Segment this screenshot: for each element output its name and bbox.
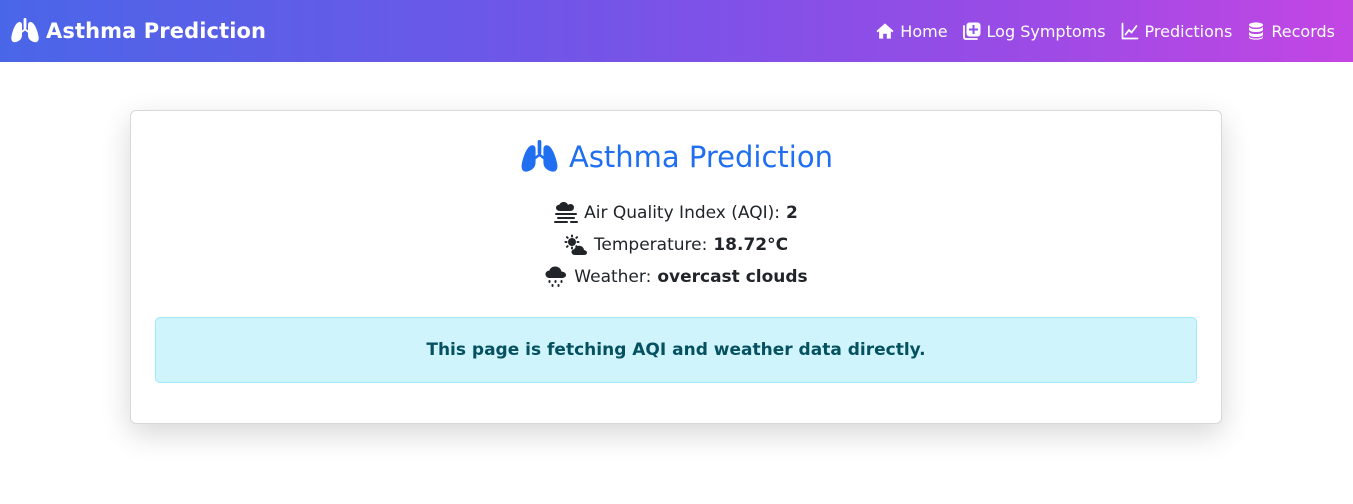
cloud-rain-icon xyxy=(544,266,568,288)
weather-value: overcast clouds xyxy=(657,267,808,287)
smog-icon xyxy=(554,202,579,224)
nav-label-predictions: Predictions xyxy=(1144,21,1233,41)
navbar-brand[interactable]: Asthma Prediction xyxy=(10,18,266,44)
nav-label-records: Records xyxy=(1271,21,1335,41)
lungs-icon xyxy=(519,140,560,174)
prediction-card: Asthma Prediction Air Quality Index (AQI… xyxy=(130,110,1222,424)
info-alert: This page is fetching AQI and weather da… xyxy=(155,317,1197,383)
lungs-icon xyxy=(10,18,40,44)
aqi-line: Air Quality Index (AQI): 2 xyxy=(554,197,798,229)
card-title: Asthma Prediction xyxy=(131,137,1221,177)
nav-link-home[interactable]: Home xyxy=(876,21,948,41)
temperature-value: 18.72°C xyxy=(713,235,789,255)
nav-link-log-symptoms[interactable]: Log Symptoms xyxy=(962,21,1106,41)
nav-link-predictions[interactable]: Predictions xyxy=(1121,21,1233,41)
brand-title: Asthma Prediction xyxy=(46,19,267,43)
nav-label-home: Home xyxy=(900,21,948,41)
conditions-list: Air Quality Index (AQI): 2 Temperature: … xyxy=(131,197,1221,293)
nav-link-records[interactable]: Records xyxy=(1247,22,1335,41)
temperature-label: Temperature: xyxy=(593,235,708,255)
plus-square-icon xyxy=(962,22,981,40)
aqi-label: Air Quality Index (AQI): xyxy=(584,203,780,223)
weather-label: Weather: xyxy=(574,267,652,287)
weather-line: Weather: overcast clouds xyxy=(544,261,808,293)
database-icon xyxy=(1247,22,1265,40)
card-title-text: Asthma Prediction xyxy=(568,140,833,174)
aqi-value: 2 xyxy=(785,203,798,223)
nav-label-log-symptoms: Log Symptoms xyxy=(986,21,1106,41)
line-chart-icon xyxy=(1121,22,1139,40)
navbar: Asthma Prediction Home Log Symptoms Pred… xyxy=(0,0,1353,62)
cloud-sun-icon xyxy=(564,234,588,256)
temperature-line: Temperature: 18.72°C xyxy=(564,229,788,261)
home-icon xyxy=(876,22,894,40)
nav-links: Home Log Symptoms Predictions Records xyxy=(876,22,1335,41)
